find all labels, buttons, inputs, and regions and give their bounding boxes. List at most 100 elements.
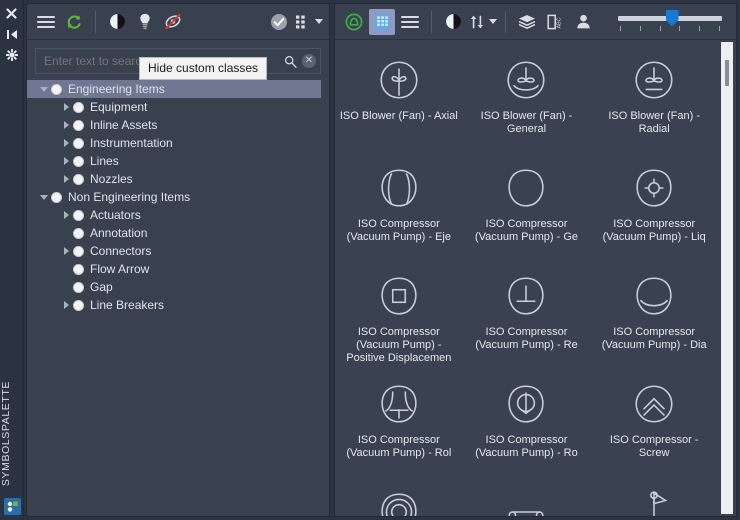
- left-dock: SYMBOLSPALETTE: [0, 0, 24, 520]
- chevron-right-icon[interactable]: [63, 157, 69, 165]
- symbol-cell[interactable]: ISO Compressor (Vacuum Pump) - Re: [463, 264, 591, 372]
- symbol-cell[interactable]: ISO Compressor (Vacuum Pump) - Dia: [590, 264, 718, 372]
- symbol-grid-vertical-scrollbar[interactable]: [718, 40, 736, 516]
- contrast-icon[interactable]: [104, 9, 130, 35]
- node-dot-icon: [73, 209, 84, 221]
- tree-item[interactable]: Inline Assets: [27, 116, 329, 134]
- symbol-cell[interactable]: [590, 480, 718, 516]
- tree-expander[interactable]: [59, 175, 73, 183]
- icon-size-slider[interactable]: [618, 7, 722, 37]
- grid-view-icon[interactable]: [369, 8, 395, 35]
- chevron-down-icon[interactable]: [40, 86, 48, 92]
- refresh-icon[interactable]: [61, 9, 87, 35]
- symbol-cell[interactable]: ISO Compressor (Vacuum Pump) - Ro: [463, 372, 591, 480]
- chevron-right-icon[interactable]: [63, 211, 69, 219]
- symbol-cell[interactable]: ISO Blower (Fan) - Radial: [590, 48, 718, 156]
- comp-re-icon: [498, 270, 554, 322]
- toolbar-separator: [505, 10, 506, 33]
- tree-item[interactable]: Instrumentation: [27, 134, 329, 152]
- lightbulb-icon[interactable]: [132, 9, 158, 35]
- list-view-icon[interactable]: [397, 9, 423, 35]
- sort-dropdown-caret[interactable]: [489, 19, 497, 24]
- comp-pd-icon: [371, 270, 427, 322]
- check-circle-icon[interactable]: [266, 9, 292, 35]
- person-icon[interactable]: [570, 9, 596, 35]
- palette-circle-icon[interactable]: [341, 9, 367, 35]
- node-dot-icon: [51, 83, 62, 95]
- symbol-cell[interactable]: ISO Compressor (Vacuum Pump) - Eje: [335, 156, 463, 264]
- tree-item[interactable]: Engineering Items: [27, 80, 329, 98]
- fan-general-icon: [498, 54, 554, 106]
- scrollbar-thumb[interactable]: [725, 60, 729, 86]
- close-icon[interactable]: [4, 6, 20, 20]
- tree-item[interactable]: Flow Arrow: [27, 260, 329, 278]
- symbol-cell[interactable]: ISO Compressor - Screw: [590, 372, 718, 480]
- tree-item[interactable]: Line Breakers: [27, 296, 329, 314]
- grid-dots-icon[interactable]: [294, 9, 312, 35]
- tree-item[interactable]: Equipment: [27, 98, 329, 116]
- node-dot-icon: [73, 263, 84, 275]
- tree-expander[interactable]: [59, 103, 73, 111]
- fan-axial-icon: [371, 54, 427, 106]
- tree-expander[interactable]: [37, 86, 51, 92]
- tree-expander[interactable]: [59, 121, 73, 129]
- symbol-label: ISO Compressor (Vacuum Pump) - Ro: [475, 434, 578, 459]
- comp-ge-icon: [498, 162, 554, 214]
- tree-item[interactable]: Connectors: [27, 242, 329, 260]
- symbol-cell[interactable]: ISO Compressor (Vacuum Pump) - Ge: [463, 156, 591, 264]
- search-icon[interactable]: [281, 52, 299, 70]
- symbol-label: ISO Compressor (Vacuum Pump) - Ge: [474, 218, 579, 243]
- symbol-label: ISO Compressor (Vacuum Pump) - Rol: [346, 434, 452, 459]
- slider-thumb[interactable]: [665, 9, 679, 27]
- symbol-cell[interactable]: ISO Blower (Fan) - General: [463, 48, 591, 156]
- grid-dots-dropdown-caret[interactable]: [315, 19, 323, 24]
- clear-icon[interactable]: ✕: [302, 54, 316, 68]
- contrast-icon[interactable]: [440, 9, 466, 35]
- chevron-right-icon[interactable]: [63, 121, 69, 129]
- symbol-cell[interactable]: [463, 480, 591, 516]
- panel-options-icon[interactable]: [4, 48, 20, 62]
- chevron-right-icon[interactable]: [63, 301, 69, 309]
- symbol-cell[interactable]: ISO Compressor (Vacuum Pump) - Positive …: [335, 264, 463, 372]
- symbol-label: ISO Compressor (Vacuum Pump) - Eje: [346, 218, 451, 243]
- menu-icon[interactable]: [33, 9, 59, 35]
- chevron-right-icon[interactable]: [63, 247, 69, 255]
- tree-expander[interactable]: [59, 301, 73, 309]
- tree-item[interactable]: Non Engineering Items: [27, 188, 329, 206]
- tree-expander[interactable]: [59, 139, 73, 147]
- tree-item[interactable]: Lines: [27, 152, 329, 170]
- tree-expander[interactable]: [59, 211, 73, 219]
- tree-item[interactable]: Annotation: [27, 224, 329, 242]
- annotation-abc-icon[interactable]: ABC: [542, 9, 568, 35]
- comp-ro-icon: [498, 378, 554, 430]
- tree-item[interactable]: Nozzles: [27, 170, 329, 188]
- node-dot-icon: [73, 137, 84, 149]
- symbol-cell[interactable]: [335, 480, 463, 516]
- hide-custom-classes-icon[interactable]: [160, 9, 186, 35]
- chevron-down-icon[interactable]: [40, 194, 48, 200]
- tree-item[interactable]: Gap: [27, 278, 329, 296]
- class-tree[interactable]: Engineering Items Equipment Inline Assets I…: [27, 74, 329, 516]
- layers-icon[interactable]: [514, 9, 540, 35]
- sort-icon[interactable]: [468, 9, 486, 35]
- left-toolbar: [27, 4, 329, 40]
- tree-expander[interactable]: [59, 247, 73, 255]
- chevron-right-icon[interactable]: [63, 103, 69, 111]
- tree-item-label: Flow Arrow: [90, 262, 150, 276]
- symbol-palette-badge[interactable]: [4, 498, 21, 515]
- symbol-grid-scroll-area: ISO Blower (Fan) - Axial ISO Blower (Fan)…: [335, 40, 736, 516]
- tree-expander[interactable]: [59, 157, 73, 165]
- chevron-right-icon[interactable]: [63, 175, 69, 183]
- symbol-cell[interactable]: ISO Compressor (Vacuum Pump) - Liq: [590, 156, 718, 264]
- tree-item[interactable]: Actuators: [27, 206, 329, 224]
- symbol-cell[interactable]: ISO Blower (Fan) - Axial: [335, 48, 463, 156]
- symbol-cell[interactable]: ISO Compressor (Vacuum Pump) - Rol: [335, 372, 463, 480]
- symbol-palette-window: SYMBOLSPALETTE Enter text to search... ✕…: [0, 0, 740, 520]
- symbol-grid-panel: ABC ISO Blower (Fan) - Axial ISO Blower …: [334, 3, 737, 517]
- auto-hide-icon[interactable]: [4, 27, 20, 41]
- svg-text:ABC: ABC: [556, 17, 562, 28]
- chevron-right-icon[interactable]: [63, 139, 69, 147]
- tree-expander[interactable]: [37, 194, 51, 200]
- tree-vertical-scrollbar[interactable]: [321, 74, 329, 516]
- comp-dia-icon: [626, 270, 682, 322]
